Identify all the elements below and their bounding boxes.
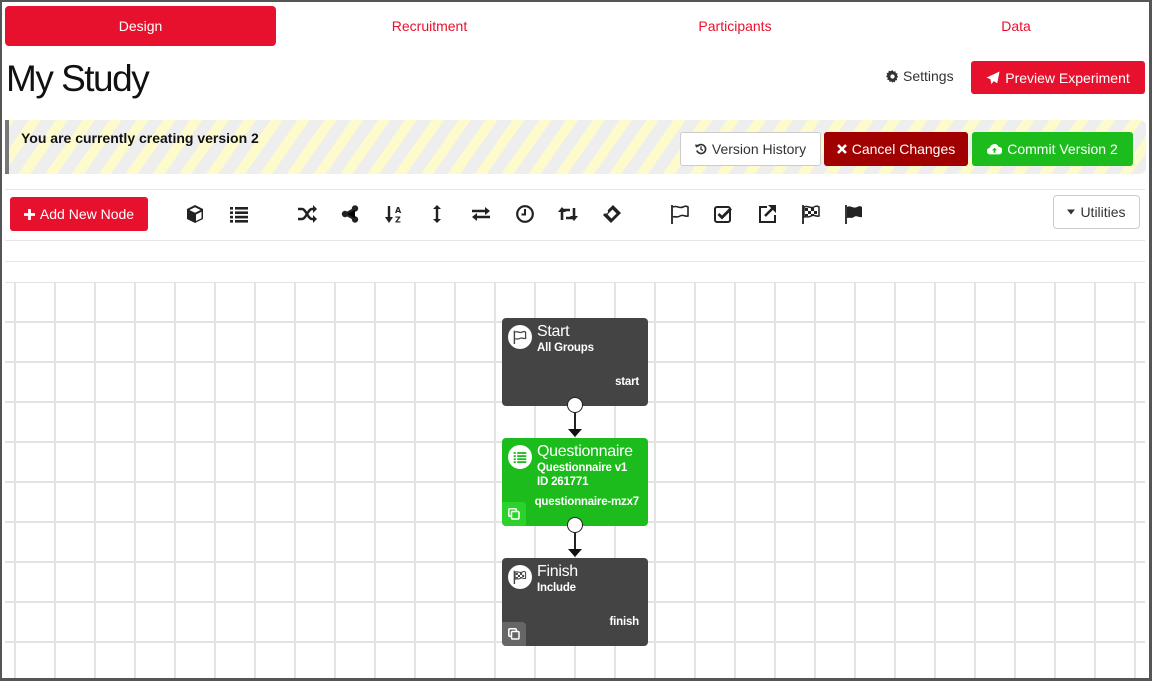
node-id-label: questionnaire-mzx7 — [534, 496, 640, 508]
node-id-label: finish — [609, 616, 640, 628]
node-title: Questionnaire — [537, 443, 633, 460]
clock-icon[interactable] — [514, 203, 536, 225]
arrow-head — [568, 549, 582, 557]
flag-checkered-icon[interactable] — [800, 203, 822, 225]
add-new-node-label: Add New Node — [39, 206, 135, 222]
node-subtitle: Include — [537, 582, 576, 594]
flag-outline-icon[interactable] — [669, 203, 691, 225]
svg-text:Z: Z — [395, 216, 401, 225]
preview-experiment-button[interactable]: Preview Experiment — [971, 61, 1145, 94]
flag-checkered-icon — [508, 565, 532, 589]
svg-text:A: A — [395, 206, 402, 215]
settings-link[interactable]: Settings — [886, 68, 954, 84]
tab-data[interactable]: Data — [887, 6, 1145, 46]
utilities-label: Utilities — [1080, 204, 1126, 220]
page-title: My Study — [6, 58, 150, 99]
version-history-button[interactable]: Version History — [680, 132, 821, 166]
connection-edge — [574, 533, 576, 550]
retweet-icon[interactable] — [557, 203, 579, 225]
list-icon[interactable] — [228, 203, 250, 225]
tab-design[interactable]: Design — [5, 6, 276, 46]
node-title: Start — [537, 323, 570, 340]
sort-alpha-icon[interactable]: AZ — [383, 203, 405, 225]
plus-icon — [23, 208, 35, 220]
check-square-icon[interactable] — [712, 203, 734, 225]
main-tabs: Design Recruitment Participants Data — [5, 6, 1145, 46]
cube-icon[interactable] — [184, 203, 206, 225]
commit-version-label: Commit Version 2 — [1007, 141, 1118, 157]
node-start[interactable]: Start All Groups start — [502, 318, 648, 406]
divider — [5, 240, 1145, 241]
tab-recruitment[interactable]: Recruitment — [276, 6, 583, 46]
gear-icon — [886, 69, 899, 83]
node-title: Finish — [537, 563, 578, 580]
flag-outline-icon — [508, 325, 532, 349]
caret-down-icon — [1067, 209, 1076, 215]
output-port[interactable] — [567, 397, 583, 413]
output-port[interactable] — [567, 517, 583, 533]
random-icon[interactable] — [296, 203, 318, 225]
version-banner-text: You are currently creating version 2 — [21, 130, 259, 146]
cancel-changes-label: Cancel Changes — [851, 141, 956, 157]
share-icon[interactable] — [339, 203, 361, 225]
divider — [5, 189, 1145, 190]
commit-version-button[interactable]: Commit Version 2 — [972, 132, 1133, 166]
tab-participants[interactable]: Participants — [583, 6, 887, 46]
connection-edge — [574, 413, 576, 430]
node-subtitle: All Groups — [537, 342, 594, 354]
utilities-dropdown[interactable]: Utilities — [1053, 195, 1140, 229]
add-new-node-button[interactable]: Add New Node — [10, 197, 148, 231]
divider — [5, 261, 1145, 262]
copy-icon[interactable] — [502, 502, 526, 526]
close-icon — [836, 144, 847, 154]
version-history-label: Version History — [711, 141, 807, 157]
node-subtitle-id: ID 261771 — [537, 476, 589, 488]
arrow-head — [568, 429, 582, 437]
preview-experiment-label: Preview Experiment — [1005, 69, 1130, 86]
node-id-label: start — [615, 376, 639, 388]
cloud-upload-icon — [987, 143, 1003, 155]
flag-solid-icon[interactable] — [843, 203, 865, 225]
copy-icon[interactable] — [502, 622, 526, 646]
exchange-icon[interactable] — [470, 203, 492, 225]
node-finish[interactable]: Finish Include finish — [502, 558, 648, 646]
ticket-icon[interactable] — [601, 203, 623, 225]
external-link-icon[interactable] — [756, 203, 778, 225]
settings-label: Settings — [903, 68, 954, 84]
paper-plane-icon — [986, 70, 1000, 85]
flow-canvas[interactable]: Start All Groups start Questionnaire Que… — [5, 282, 1145, 678]
cancel-changes-button[interactable]: Cancel Changes — [824, 132, 968, 166]
node-subtitle: Questionnaire v1 — [537, 462, 628, 474]
list-icon — [508, 445, 532, 469]
vertical-arrows-icon[interactable] — [426, 203, 448, 225]
history-icon — [694, 143, 707, 155]
node-questionnaire[interactable]: Questionnaire Questionnaire v1 ID 261771… — [502, 438, 648, 526]
